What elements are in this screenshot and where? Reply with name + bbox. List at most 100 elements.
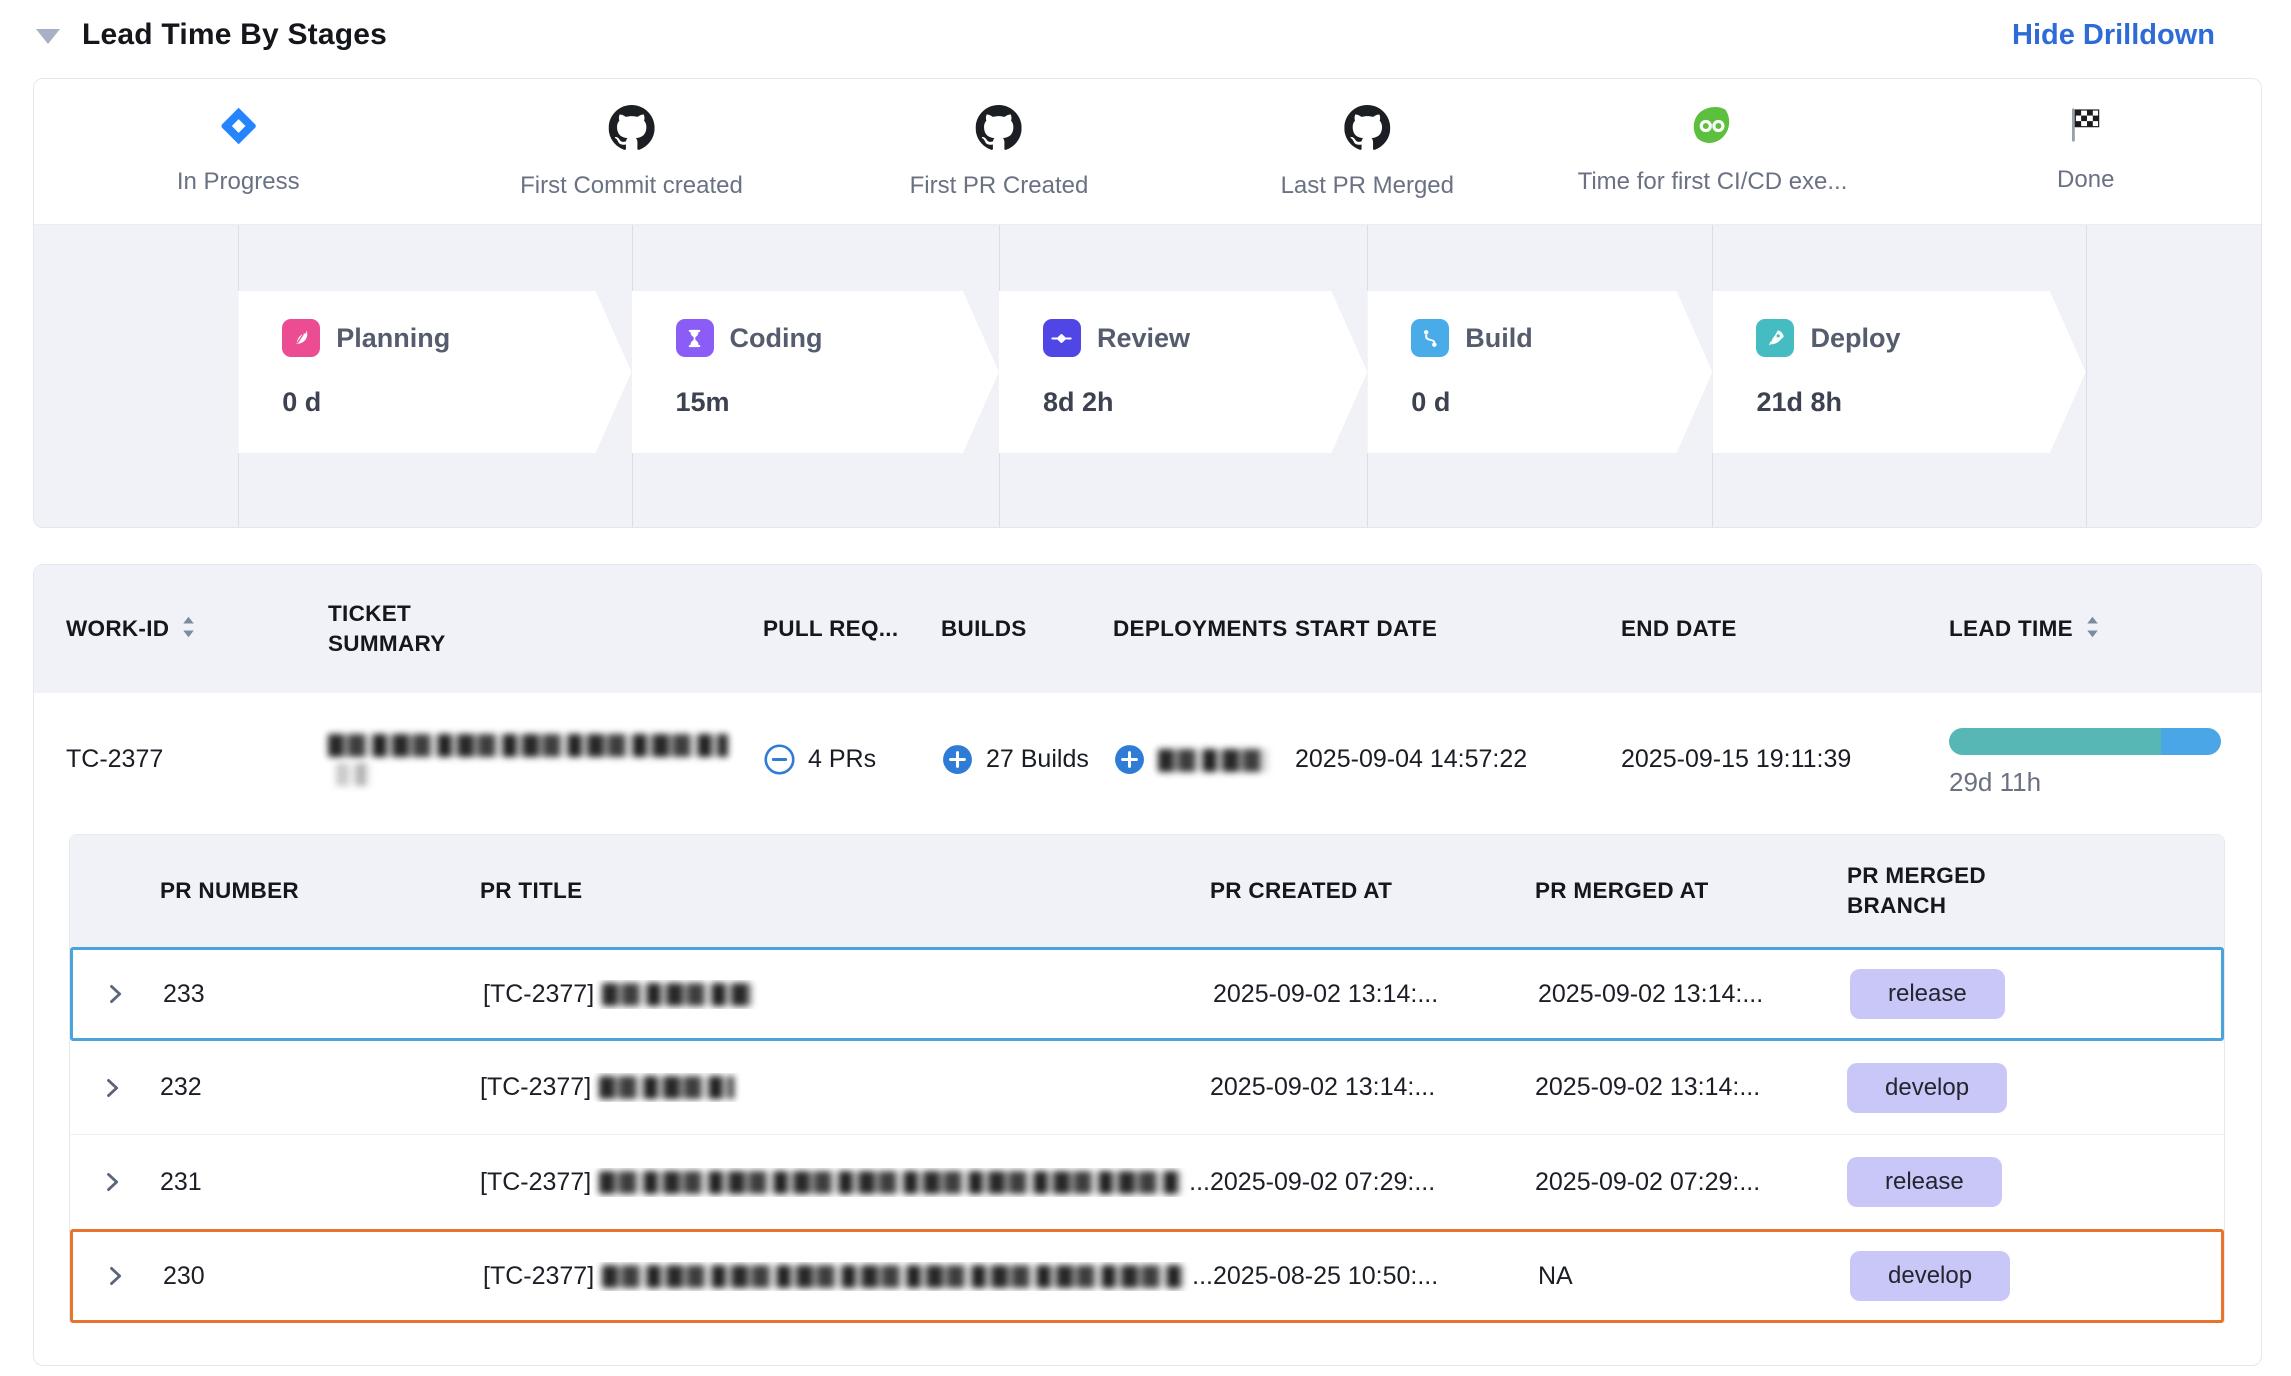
cicd-icon (1691, 105, 1733, 152)
expand-row-icon[interactable] (101, 1262, 163, 1290)
stage-duration: 8d 2h (1043, 387, 1367, 418)
lead-time-value: 29d 11h (1949, 767, 2221, 798)
milestone-label: In Progress (177, 168, 300, 196)
pr-merged-at: 2025-09-02 13:14:... (1538, 980, 1850, 1009)
pr-branch-cell: release (1847, 1157, 2224, 1207)
collapse-icon[interactable] (36, 29, 60, 44)
pr-number: 231 (160, 1168, 480, 1197)
pr-merged-at: NA (1538, 1262, 1850, 1291)
pr-title: [TC-2377] (483, 980, 1213, 1009)
jira-icon (217, 105, 259, 152)
lead-bar-teal-segment (1949, 728, 2161, 755)
stage-coding: Coding 15m (632, 291, 999, 453)
branch-icon (1411, 319, 1449, 357)
pr-table: PR NUMBER PR TITLE PR CREATED AT PR MERG… (69, 834, 2225, 1323)
work-table-header: WORK-ID TICKET SUMMARY PULL REQ... BUILD… (34, 565, 2261, 693)
milestone-label: Time for first CI/CD exe... (1578, 168, 1848, 196)
pr-branch-cell: release (1850, 969, 2221, 1019)
stage-deploy: Deploy 21d 8h (1712, 291, 2085, 453)
collapse-prs-icon[interactable] (763, 743, 796, 776)
col-ticket-summary: TICKET SUMMARY (328, 599, 493, 660)
col-start-date: START DATE (1295, 614, 1621, 644)
expand-deployments-icon[interactable] (1113, 743, 1146, 776)
col-pr-merged-at: PR MERGED AT (1535, 876, 1847, 906)
sort-icon[interactable] (181, 616, 196, 643)
expand-builds-icon[interactable] (941, 743, 974, 776)
stage-duration: 0 d (1411, 387, 1712, 418)
milestone-label: Last PR Merged (1281, 172, 1454, 200)
milestone-done: Done (2057, 105, 2114, 194)
pr-table-header: PR NUMBER PR TITLE PR CREATED AT PR MERG… (70, 835, 2224, 947)
hide-drilldown-link[interactable]: Hide Drilldown (2012, 19, 2215, 52)
milestone-cicd: Time for first CI/CD exe... (1578, 105, 1848, 196)
pr-created-at: 2025-09-02 07:29:... (1210, 1168, 1535, 1197)
pr-row-231[interactable]: 231 [TC-2377]... 2025-09-02 07:29:... 20… (70, 1135, 2224, 1229)
pr-number: 230 (163, 1262, 483, 1291)
hourglass-icon (676, 319, 714, 357)
stage-build: Build 0 d (1367, 291, 1712, 453)
lead-time-bar (1949, 728, 2221, 755)
stage-duration: 15m (676, 387, 999, 418)
expand-row-icon[interactable] (98, 1168, 160, 1196)
col-deployments: DEPLOYMENTS (1113, 614, 1295, 644)
milestone-first-pr: First PR Created (910, 105, 1089, 200)
work-id-value: TC-2377 (66, 745, 328, 774)
pr-branch-cell: develop (1850, 1251, 2221, 1301)
col-work-id: WORK-ID (66, 614, 169, 644)
github-icon (1344, 105, 1390, 156)
deployments-redacted (1158, 745, 1268, 774)
commit-diamond-icon (1043, 319, 1081, 357)
pen-icon (282, 319, 320, 357)
stages-card: In Progress First Commit created First P… (33, 78, 2262, 528)
branch-badge: release (1847, 1157, 2002, 1207)
col-builds: BUILDS (941, 614, 1113, 644)
panel-header: Lead Time By Stages Hide Drilldown (0, 0, 2291, 52)
pr-branch-cell: develop (1847, 1063, 2224, 1113)
milestone-first-commit: First Commit created (520, 105, 743, 200)
lead-time-by-stages-panel: Lead Time By Stages Hide Drilldown In Pr… (0, 0, 2291, 1376)
stage-name: Coding (730, 323, 823, 354)
pr-merged-at: 2025-09-02 07:29:... (1535, 1168, 1847, 1197)
col-pr-title: PR TITLE (480, 876, 1210, 906)
start-date-value: 2025-09-04 14:57:22 (1295, 745, 1621, 774)
col-end-date: END DATE (1621, 614, 1949, 644)
milestone-last-pr-merged: Last PR Merged (1281, 105, 1454, 200)
stage-name: Build (1465, 323, 1533, 354)
stage-name: Review (1097, 323, 1190, 354)
col-pr-number: PR NUMBER (160, 876, 480, 906)
branch-badge: release (1850, 969, 2005, 1019)
pr-row-233[interactable]: 233 [TC-2377] 2025-09-02 13:14:... 2025-… (70, 947, 2224, 1041)
pr-count: 4 PRs (808, 745, 876, 774)
col-pull-requests: PULL REQ... (763, 614, 941, 644)
github-icon (976, 105, 1022, 156)
builds-count: 27 Builds (986, 745, 1089, 774)
milestone-label: First PR Created (910, 172, 1089, 200)
branch-badge: develop (1847, 1063, 2007, 1113)
page-title: Lead Time By Stages (82, 18, 387, 52)
milestones-row: In Progress First Commit created First P… (34, 79, 2261, 224)
sort-icon[interactable] (2085, 616, 2100, 643)
github-icon (608, 105, 654, 156)
work-item-row[interactable]: TC-2377 4 PRs 27 Builds (34, 693, 2261, 826)
col-lead-time: LEAD TIME (1949, 614, 2073, 644)
stage-name: Planning (336, 323, 450, 354)
stage-divider (2086, 225, 2087, 528)
end-date-value: 2025-09-15 19:11:39 (1621, 745, 1949, 774)
pr-row-232[interactable]: 232 [TC-2377] 2025-09-02 13:14:... 2025-… (70, 1041, 2224, 1135)
stage-name: Deploy (1810, 323, 1900, 354)
expand-row-icon[interactable] (101, 980, 163, 1008)
pr-row-230[interactable]: 230 [TC-2377]... 2025-08-25 10:50:... NA… (70, 1229, 2224, 1323)
pr-number: 233 (163, 980, 483, 1009)
expand-row-icon[interactable] (98, 1074, 160, 1102)
branch-badge: develop (1850, 1251, 2010, 1301)
stage-review: Review 8d 2h (999, 291, 1367, 453)
rocket-icon (1756, 319, 1794, 357)
milestone-in-progress: In Progress (177, 105, 300, 196)
finish-flag-icon (2066, 105, 2106, 150)
pr-merged-at: 2025-09-02 13:14:... (1535, 1073, 1847, 1102)
pr-created-at: 2025-09-02 13:14:... (1210, 1073, 1535, 1102)
pr-created-at: 2025-09-02 13:14:... (1213, 980, 1538, 1009)
ticket-summary-redacted (328, 731, 763, 789)
milestone-label: First Commit created (520, 172, 743, 200)
stage-duration: 21d 8h (1756, 387, 2085, 418)
